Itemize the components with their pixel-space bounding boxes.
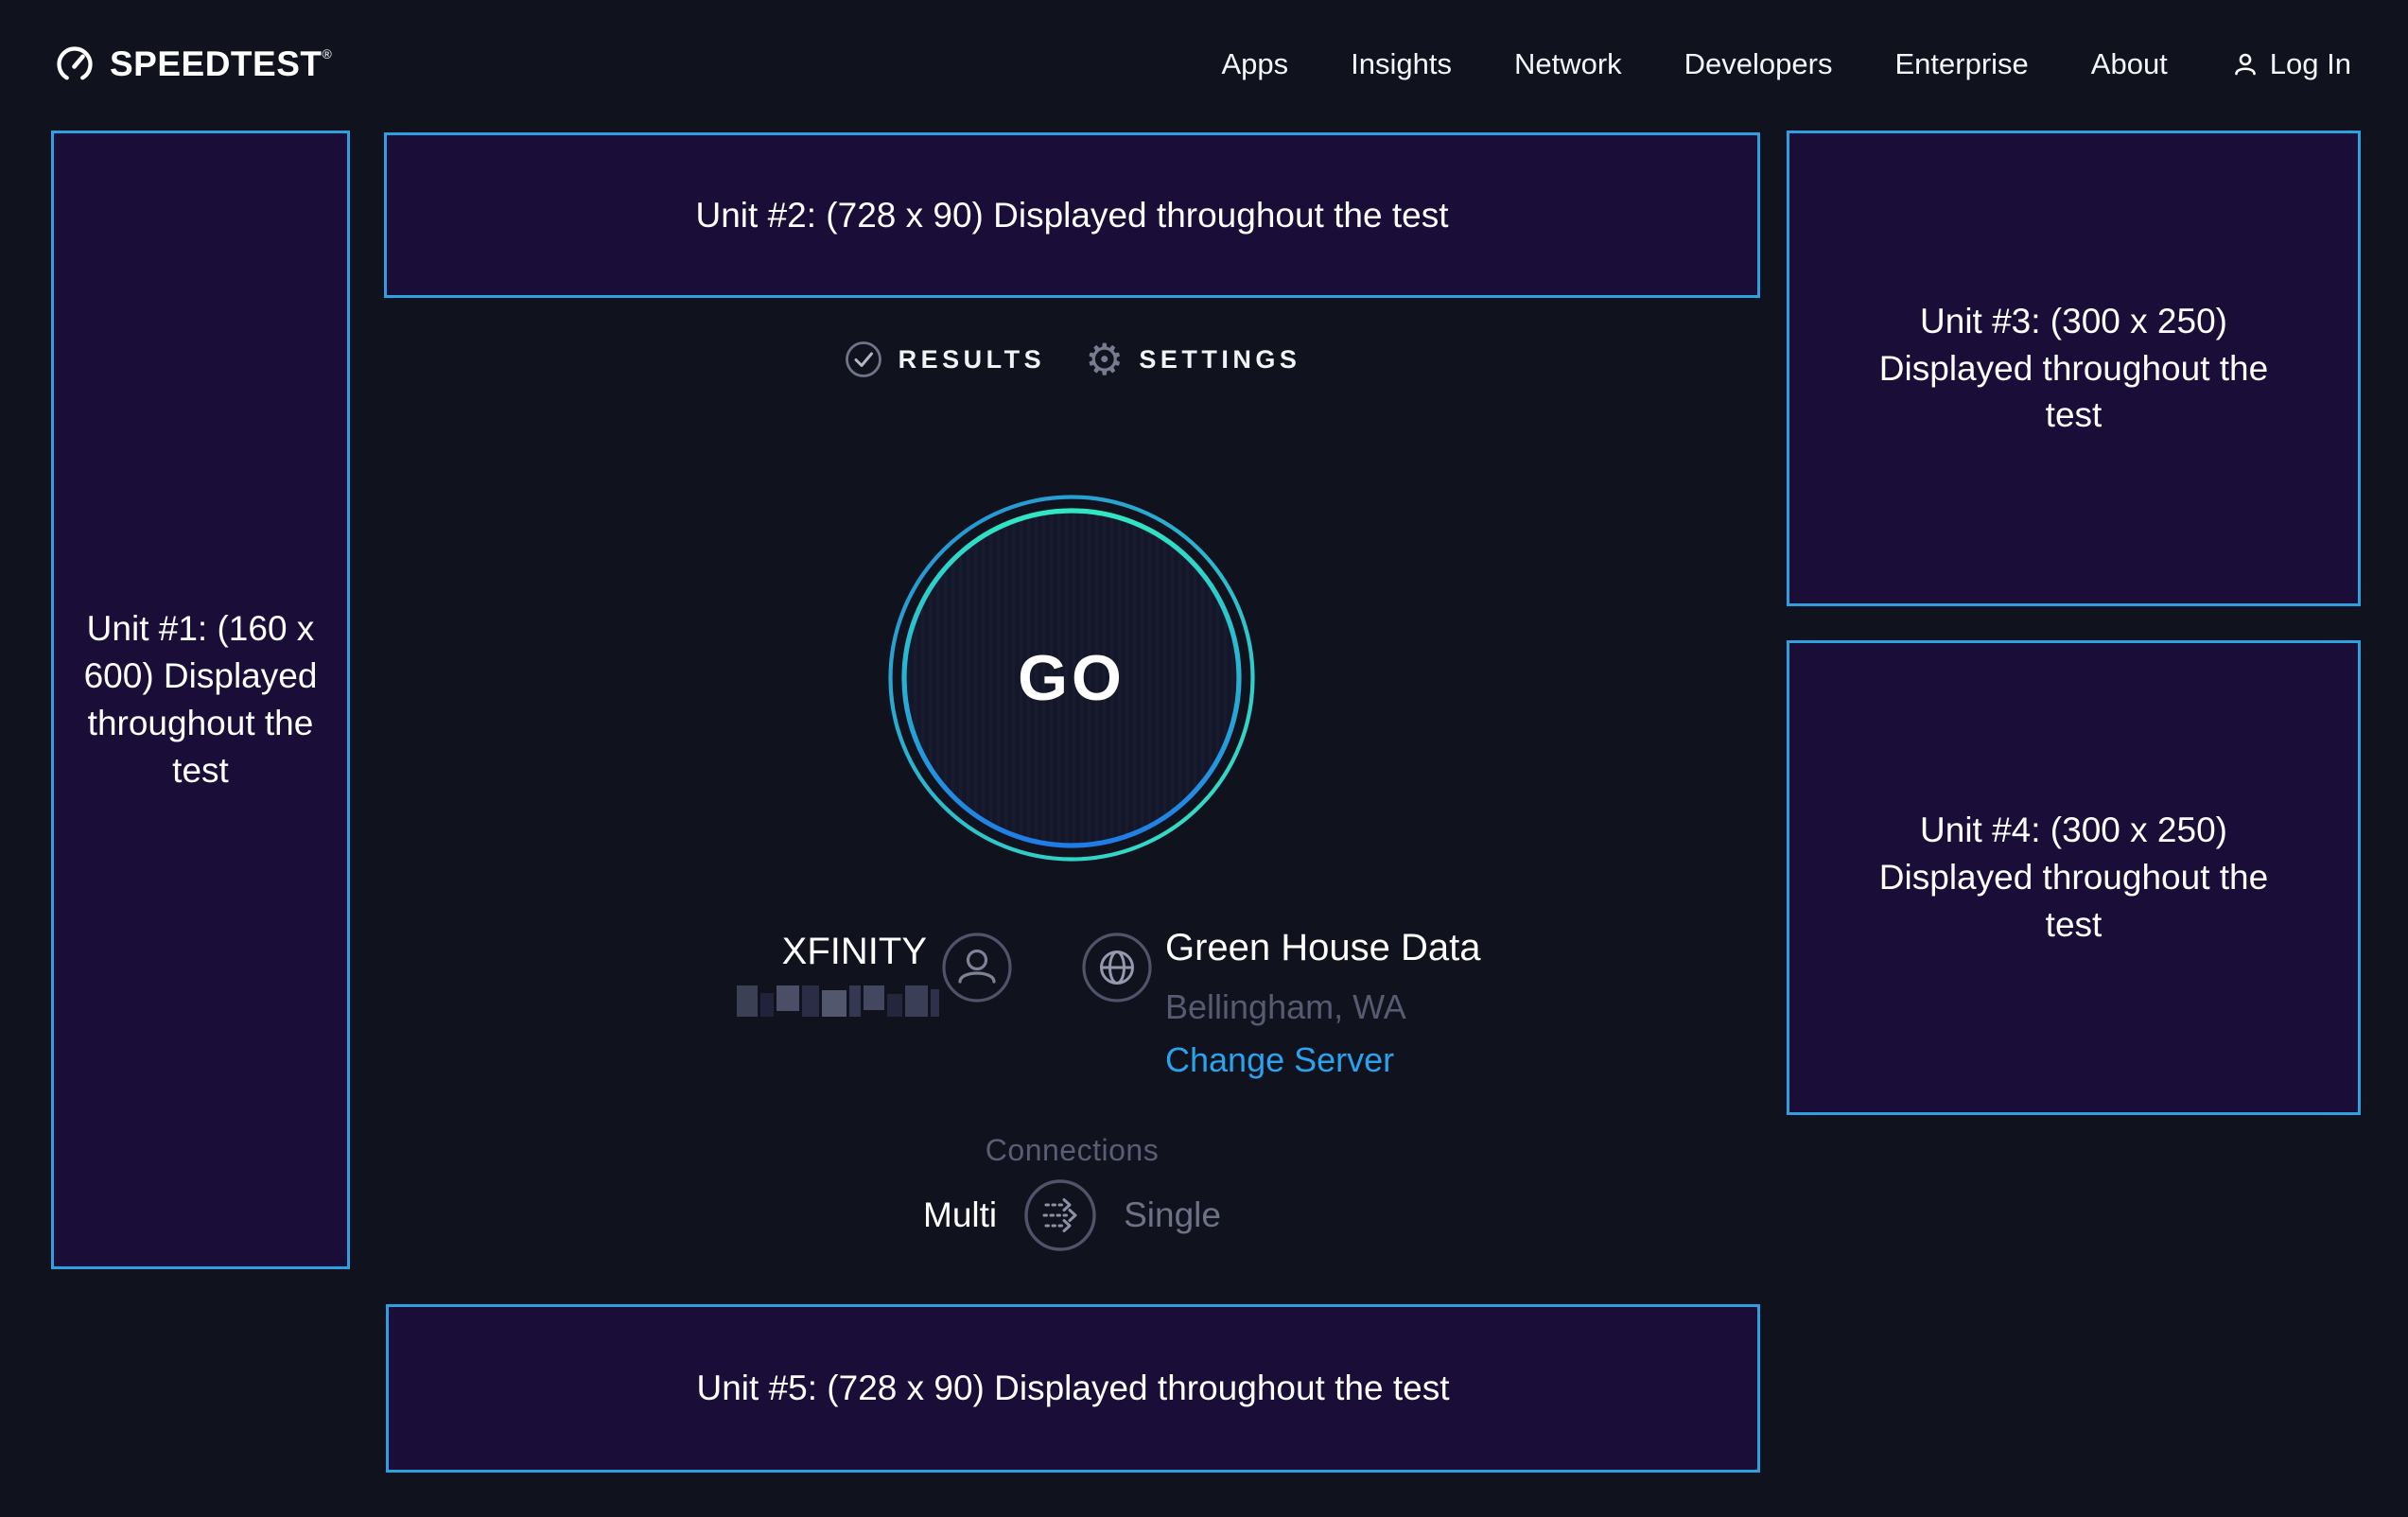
- nav-item-network[interactable]: Network: [1514, 47, 1622, 81]
- ad-unit-5-label: Unit #5: (728 x 90) Displayed throughout…: [697, 1365, 1450, 1412]
- multi-connections-icon[interactable]: [1023, 1178, 1097, 1252]
- nav-item-developers[interactable]: Developers: [1684, 47, 1833, 81]
- login-button[interactable]: Log In: [2230, 47, 2351, 81]
- ad-unit-5[interactable]: Unit #5: (728 x 90) Displayed throughout…: [386, 1304, 1760, 1473]
- tab-results-label: RESULTS: [899, 345, 1046, 375]
- ad-unit-3-label: Unit #3: (300 x 250) Displayed throughou…: [1846, 298, 2301, 440]
- tab-settings[interactable]: ⚙ SETTINGS: [1085, 338, 1300, 381]
- go-button[interactable]: GO: [882, 489, 1261, 867]
- nav-item-enterprise[interactable]: Enterprise: [1894, 47, 2028, 81]
- server-location: Bellingham, WA: [1165, 987, 1406, 1027]
- nav-item-insights[interactable]: Insights: [1351, 47, 1452, 81]
- trademark: ®: [323, 46, 333, 84]
- ad-unit-2[interactable]: Unit #2: (728 x 90) Displayed throughout…: [384, 132, 1760, 298]
- ad-unit-1[interactable]: Unit #1: (160 x 600) Displayed throughou…: [51, 131, 350, 1269]
- speedometer-gauge-icon: [53, 43, 96, 86]
- connections-heading: Connections: [384, 1133, 1760, 1168]
- speedtest-page: { "brand": { "name": "SPEEDTEST", "mark"…: [0, 0, 2408, 1517]
- isp-name[interactable]: XFINITY: [653, 931, 927, 973]
- connections-option-multi[interactable]: Multi: [923, 1195, 997, 1235]
- tab-settings-label: SETTINGS: [1139, 345, 1300, 375]
- tabs-row: RESULTS ⚙ SETTINGS: [384, 333, 1760, 386]
- user-icon: [2230, 49, 2260, 79]
- go-label: GO: [1018, 641, 1125, 715]
- nav-item-apps[interactable]: Apps: [1221, 47, 1288, 81]
- ad-unit-3[interactable]: Unit #3: (300 x 250) Displayed throughou…: [1787, 131, 2361, 606]
- go-label-box: GO: [882, 489, 1261, 867]
- gear-icon: ⚙: [1085, 338, 1124, 381]
- brand-name: SPEEDTEST®: [110, 44, 332, 84]
- server-globe-icon: [1081, 932, 1153, 1003]
- server-name: Green House Data: [1165, 927, 1481, 969]
- nav-links: Apps Insights Network Developers Enterpr…: [1221, 47, 2351, 81]
- login-label: Log In: [2270, 47, 2351, 81]
- redacted-ip-address: [737, 985, 939, 1017]
- isp-user-icon: [941, 932, 1013, 1003]
- connections-option-single[interactable]: Single: [1124, 1195, 1221, 1235]
- connections-toggle-row: Multi Single: [384, 1175, 1760, 1256]
- change-server-link[interactable]: Change Server: [1165, 1040, 1394, 1080]
- ad-unit-1-label: Unit #1: (160 x 600) Displayed throughou…: [65, 605, 336, 794]
- speedtest-logo[interactable]: SPEEDTEST®: [53, 43, 332, 86]
- ad-unit-2-label: Unit #2: (728 x 90) Displayed throughout…: [696, 192, 1449, 239]
- ad-unit-4[interactable]: Unit #4: (300 x 250) Displayed throughou…: [1787, 640, 2361, 1115]
- ad-unit-4-label: Unit #4: (300 x 250) Displayed throughou…: [1846, 807, 2301, 949]
- tab-results[interactable]: RESULTS: [844, 340, 1046, 379]
- nav-item-about[interactable]: About: [2091, 47, 2168, 81]
- top-nav: SPEEDTEST® Apps Insights Network Develop…: [0, 0, 2408, 129]
- check-circle-icon: [844, 340, 883, 379]
